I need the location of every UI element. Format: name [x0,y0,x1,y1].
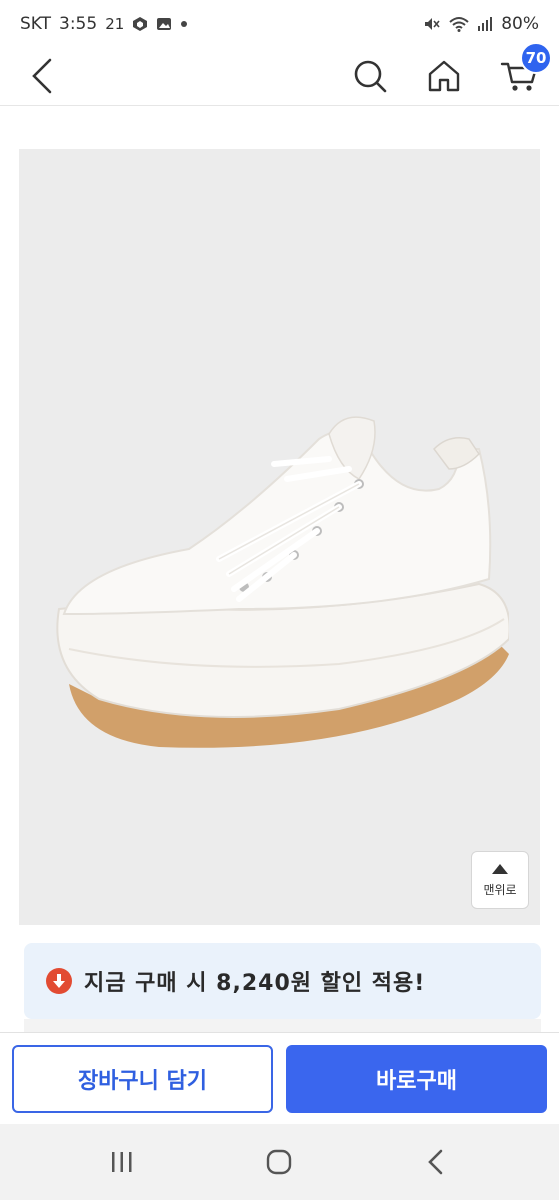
content-peek [24,1019,541,1033]
caret-up-icon [492,863,508,874]
home-button[interactable] [422,54,466,98]
system-back-button[interactable] [416,1146,456,1178]
product-image[interactable]: 맨위로 [19,149,540,925]
down-arrow-circle-icon [46,968,72,994]
clock-text: 3:55 [59,14,98,34]
cart-count-badge: 70 [520,42,552,74]
discount-banner: 지금 구매 시 8,240원 할인 적용! [24,943,541,1019]
back-arrow-icon [32,58,52,94]
carrier-text: SKT [20,14,52,34]
system-home-button[interactable] [259,1146,299,1178]
cube-icon [132,16,148,32]
back-button[interactable] [22,56,62,96]
battery-text: 80% [501,14,539,34]
shoe-illustration [56,416,509,748]
wifi-icon [449,16,469,32]
search-icon [354,60,387,93]
recent-apps-button[interactable] [102,1146,142,1178]
scroll-top-label: 맨위로 [483,882,517,897]
search-button[interactable] [348,54,392,98]
temperature-text: 21 [105,15,125,33]
mute-icon [423,15,441,33]
add-to-cart-button[interactable]: 장바구니 담기 [12,1045,273,1113]
scroll-to-top-button[interactable]: 맨위로 [471,851,529,909]
cart-button[interactable]: 70 [496,42,552,98]
dot-icon [180,20,188,28]
purchase-action-bar: 장바구니 담기 바로구매 [0,1032,559,1124]
discount-text: 지금 구매 시 8,240원 할인 적용! [84,971,426,996]
status-bar: SKT 3:55 21 80% [0,0,559,48]
recent-apps-icon [112,1152,132,1172]
image-icon [156,16,172,32]
buy-now-button[interactable]: 바로구매 [286,1045,547,1113]
system-navigation-bar [0,1124,559,1200]
status-left: SKT 3:55 21 [20,14,188,34]
signal-icon [477,16,493,32]
top-navigation: 70 [0,42,559,106]
home-circle-icon [266,1149,292,1175]
back-chevron-icon [428,1149,443,1175]
status-right: 80% [423,14,539,34]
home-icon [428,60,460,92]
